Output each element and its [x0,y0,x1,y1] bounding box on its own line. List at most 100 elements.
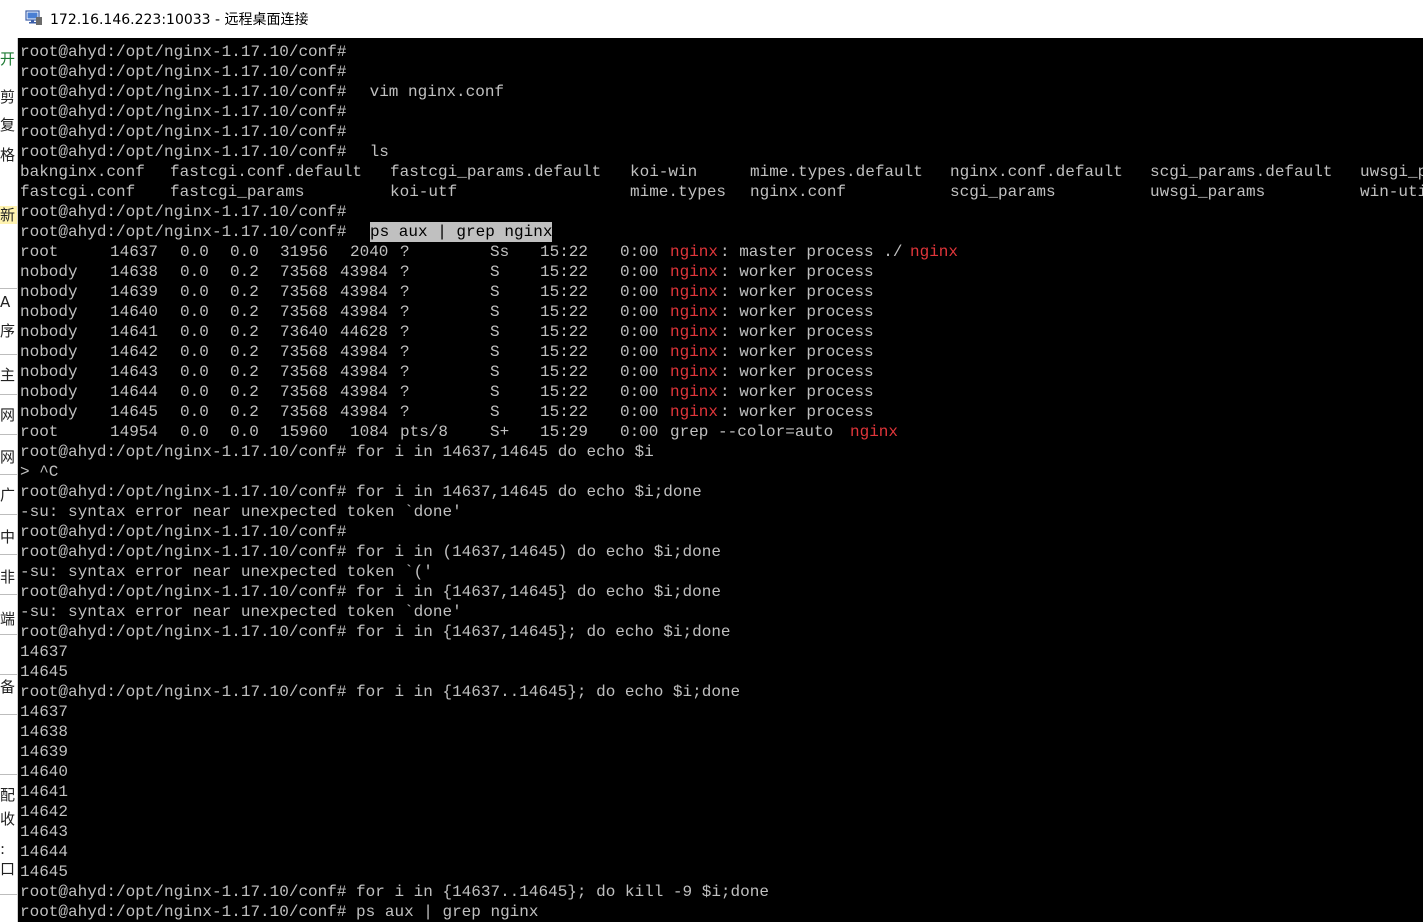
process-cpu: 0.0 [180,343,209,361]
process-time: 0:00 [620,383,659,401]
process-pid: 14637 [110,243,159,261]
terminal-text: 14638 [20,723,69,741]
process-vsz: 73568 [280,343,329,361]
terminal-text: 14645 [20,663,69,681]
process-pid: 14642 [110,343,159,361]
process-command-match: nginx [670,363,719,381]
process-mem: 0.0 [230,243,259,261]
process-rss: 43984 [340,343,389,361]
process-stat: S [490,363,500,381]
process-vsz: 73568 [280,263,329,281]
background-window-char: : [0,840,6,858]
terminal-prompt-line: root@ahyd:/opt/nginx-1.17.10/conf# [20,62,1420,82]
terminal-line: 14637 [20,702,1420,722]
terminal-text: root@ahyd:/opt/nginx-1.17.10/conf# for i… [20,583,721,601]
process-command-match: nginx [670,243,719,261]
process-start: 15:22 [540,323,589,341]
process-row: root 14637 0.0 0.0 31956 2040? Ss 15:22 0:00 ngin… [20,242,1420,262]
process-mem: 0.2 [230,383,259,401]
terminal-text: root@ahyd:/opt/nginx-1.17.10/conf# for i… [20,443,654,461]
terminal-prompt-line: root@ahyd:/opt/nginx-1.17.10/conf# ls [20,142,1420,162]
file-name: uwsgi_p [1360,163,1423,181]
process-rss: 43984 [340,363,389,381]
file-name: fastcgi.conf.default [170,163,363,181]
process-start: 15:22 [540,303,589,321]
shell-command: ls [360,143,389,161]
process-command: : worker process [720,383,874,401]
background-window-strip: 开剪复格新A序主网网广中非端备配收:口 [0,38,18,922]
process-rss: 43984 [340,263,389,281]
terminal-line: root@ahyd:/opt/nginx-1.17.10/conf# for i… [20,442,1420,462]
shell-command: vim nginx.conf [360,83,505,101]
process-tty: ? [400,303,410,321]
process-mem: 0.0 [230,423,259,441]
background-window-char: 配 [0,786,16,804]
process-mem: 0.2 [230,323,259,341]
terminal-text: -su: syntax error near unexpected token … [20,563,433,581]
background-window-char: 口 [0,860,16,878]
window-titlebar: 172.16.146.223:10033 - 远程桌面连接 [0,0,1423,38]
process-cpu: 0.0 [180,423,209,441]
process-vsz: 31956 [280,243,329,261]
terminal-text: root@ahyd:/opt/nginx-1.17.10/conf# for i… [20,543,721,561]
process-user: nobody [20,343,78,361]
process-pid: 14644 [110,383,159,401]
process-stat: S [490,263,500,281]
process-command: : worker process [720,303,874,321]
process-vsz: 15960 [280,423,329,441]
process-rss: 43984 [340,383,389,401]
terminal-text: -su: syntax error near unexpected token … [20,603,462,621]
shell-prompt: root@ahyd:/opt/nginx-1.17.10/conf# [20,123,347,141]
process-command: : worker process [720,263,874,281]
terminal-text: 14644 [20,843,69,861]
process-cpu: 0.0 [180,403,209,421]
terminal-output[interactable]: root@ahyd:/opt/nginx-1.17.10/conf# root@a… [18,38,1423,922]
process-tty: ? [400,363,410,381]
background-window-char: 广 [0,486,16,504]
process-command-match: nginx [910,243,959,261]
process-command-match: nginx [670,263,719,281]
terminal-line: root@ahyd:/opt/nginx-1.17.10/conf# for i… [20,882,1420,902]
background-window-char: 剪 [0,88,16,106]
background-window-divider [0,474,17,475]
process-tty: ? [400,343,410,361]
process-cpu: 0.0 [180,323,209,341]
terminal-text: 14640 [20,763,69,781]
terminal-text: root@ahyd:/opt/nginx-1.17.10/conf# [20,523,347,541]
terminal-line: root@ahyd:/opt/nginx-1.17.10/conf# ps au… [20,902,1420,922]
terminal-text: 14642 [20,803,69,821]
process-mem: 0.2 [230,343,259,361]
terminal-line: > ^C [20,462,1420,482]
process-pid: 14638 [110,263,159,281]
process-vsz: 73568 [280,283,329,301]
background-window-char: 收 [0,810,16,828]
shell-prompt: root@ahyd:/opt/nginx-1.17.10/conf# [20,63,347,81]
process-stat: S [490,383,500,401]
background-window-char: 格 [0,146,16,164]
background-window-char: 非 [0,568,16,586]
process-tty: ? [400,263,410,281]
terminal-line: 14641 [20,782,1420,802]
process-stat: S [490,343,500,361]
process-cpu: 0.0 [180,303,209,321]
process-tty: ? [400,403,410,421]
shell-prompt: root@ahyd:/opt/nginx-1.17.10/conf# [20,43,347,61]
terminal-line: root@ahyd:/opt/nginx-1.17.10/conf# [20,522,1420,542]
process-start: 15:22 [540,363,589,381]
process-pid: 14645 [110,403,159,421]
terminal-text: 14637 [20,643,69,661]
process-command: : worker process [720,403,874,421]
process-row: nobody 14644 0.0 0.2 73568 43984? S 15:22 0:00 ng… [20,382,1420,402]
process-stat: S [490,403,500,421]
process-start: 15:22 [540,383,589,401]
background-window-divider [0,434,17,435]
terminal-text: 14637 [20,703,69,721]
file-name: nginx.conf [750,183,847,201]
process-rss: 43984 [340,403,389,421]
process-mem: 0.2 [230,363,259,381]
process-mem: 0.2 [230,403,259,421]
process-rss: 2040 [350,243,389,261]
background-window-divider [0,774,17,775]
process-user: nobody [20,363,78,381]
terminal-text: 14643 [20,823,69,841]
